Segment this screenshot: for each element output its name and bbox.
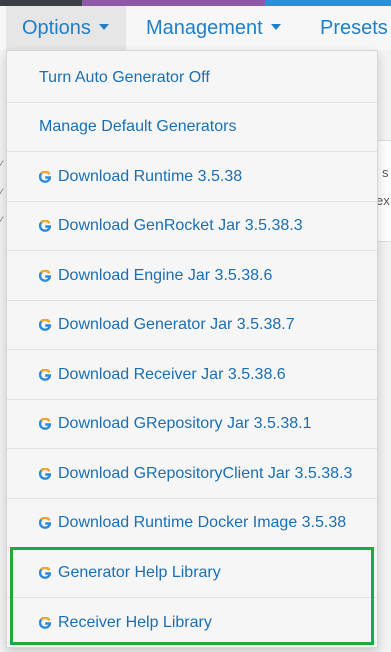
nav-presets-link[interactable]: Presets xyxy=(320,6,388,50)
background-text: ex xyxy=(376,193,390,208)
menu-item[interactable]: Manage Default Generators xyxy=(7,103,377,152)
menu-item-label: Manage Default Generators xyxy=(39,118,237,135)
menu-item-label: Download GenRocket Jar 3.5.38.3 xyxy=(58,217,303,234)
genrocket-g-icon xyxy=(39,319,51,331)
menu-item-label: Download Receiver Jar 3.5.38.6 xyxy=(58,366,286,383)
genrocket-g-icon xyxy=(39,468,51,480)
background-text: s xyxy=(382,165,389,180)
menu-item-label: Generator Help Library xyxy=(58,564,221,581)
menu-item-label: Download Runtime Docker Image 3.5.38 xyxy=(58,514,347,531)
background-panel xyxy=(378,140,391,242)
menu-item-label: Receiver Help Library xyxy=(58,613,212,631)
genrocket-g-icon xyxy=(39,171,51,183)
menu-item[interactable]: Download GRepositoryClient Jar 3.5.38.3 xyxy=(7,450,377,499)
genrocket-g-icon xyxy=(39,270,51,282)
menu-item-label: Download Generator Jar 3.5.38.7 xyxy=(58,316,295,333)
menu-item[interactable]: Download Generator Jar 3.5.38.7 xyxy=(7,301,377,350)
nav-presets-label: Presets xyxy=(320,17,388,39)
menu-item[interactable]: Download Engine Jar 3.5.38.6 xyxy=(7,252,377,301)
caret-down-icon xyxy=(98,23,109,30)
options-dropdown-menu: Turn Auto Generator Off Manage Default Ge… xyxy=(6,50,378,648)
menu-item-label: Turn Auto Generator Off xyxy=(39,69,210,86)
menu-item[interactable]: Download GRepository Jar 3.5.38.1 xyxy=(7,400,377,449)
menu-item[interactable]: Turn Auto Generator Off xyxy=(7,54,377,103)
genrocket-g-icon xyxy=(39,567,51,579)
nav-options-label: Options xyxy=(22,17,91,39)
nav-options-dropdown[interactable]: Options xyxy=(6,6,126,50)
navbar: Options Management Presets xyxy=(0,6,391,50)
menu-item[interactable]: Generator Help Library xyxy=(7,549,377,598)
genrocket-g-icon xyxy=(39,418,51,430)
genrocket-g-icon xyxy=(39,517,51,529)
genrocket-g-icon xyxy=(39,369,51,381)
menu-item[interactable]: Download Runtime Docker Image 3.5.38 xyxy=(7,499,377,548)
menu-item-label: Download GRepositoryClient Jar 3.5.38.3 xyxy=(58,465,353,482)
caret-down-icon xyxy=(270,23,281,30)
menu-item[interactable]: Download Receiver Jar 3.5.38.6 xyxy=(7,351,377,400)
nav-management-label: Management xyxy=(146,17,263,39)
menu-item-label: Download Engine Jar 3.5.38.6 xyxy=(58,267,273,284)
menu-item-label: Download GRepository Jar 3.5.38.1 xyxy=(58,415,312,432)
menu-item-label: Download Runtime 3.5.38 xyxy=(58,168,243,185)
genrocket-g-icon xyxy=(39,616,51,629)
menu-item[interactable]: Download Runtime 3.5.38 xyxy=(7,153,377,202)
nav-management-dropdown[interactable]: Management xyxy=(146,6,281,50)
menu-item[interactable]: Download GenRocket Jar 3.5.38.3 xyxy=(7,202,377,251)
menu-item[interactable]: Receiver Help Library xyxy=(7,598,377,647)
genrocket-g-icon xyxy=(39,220,51,232)
